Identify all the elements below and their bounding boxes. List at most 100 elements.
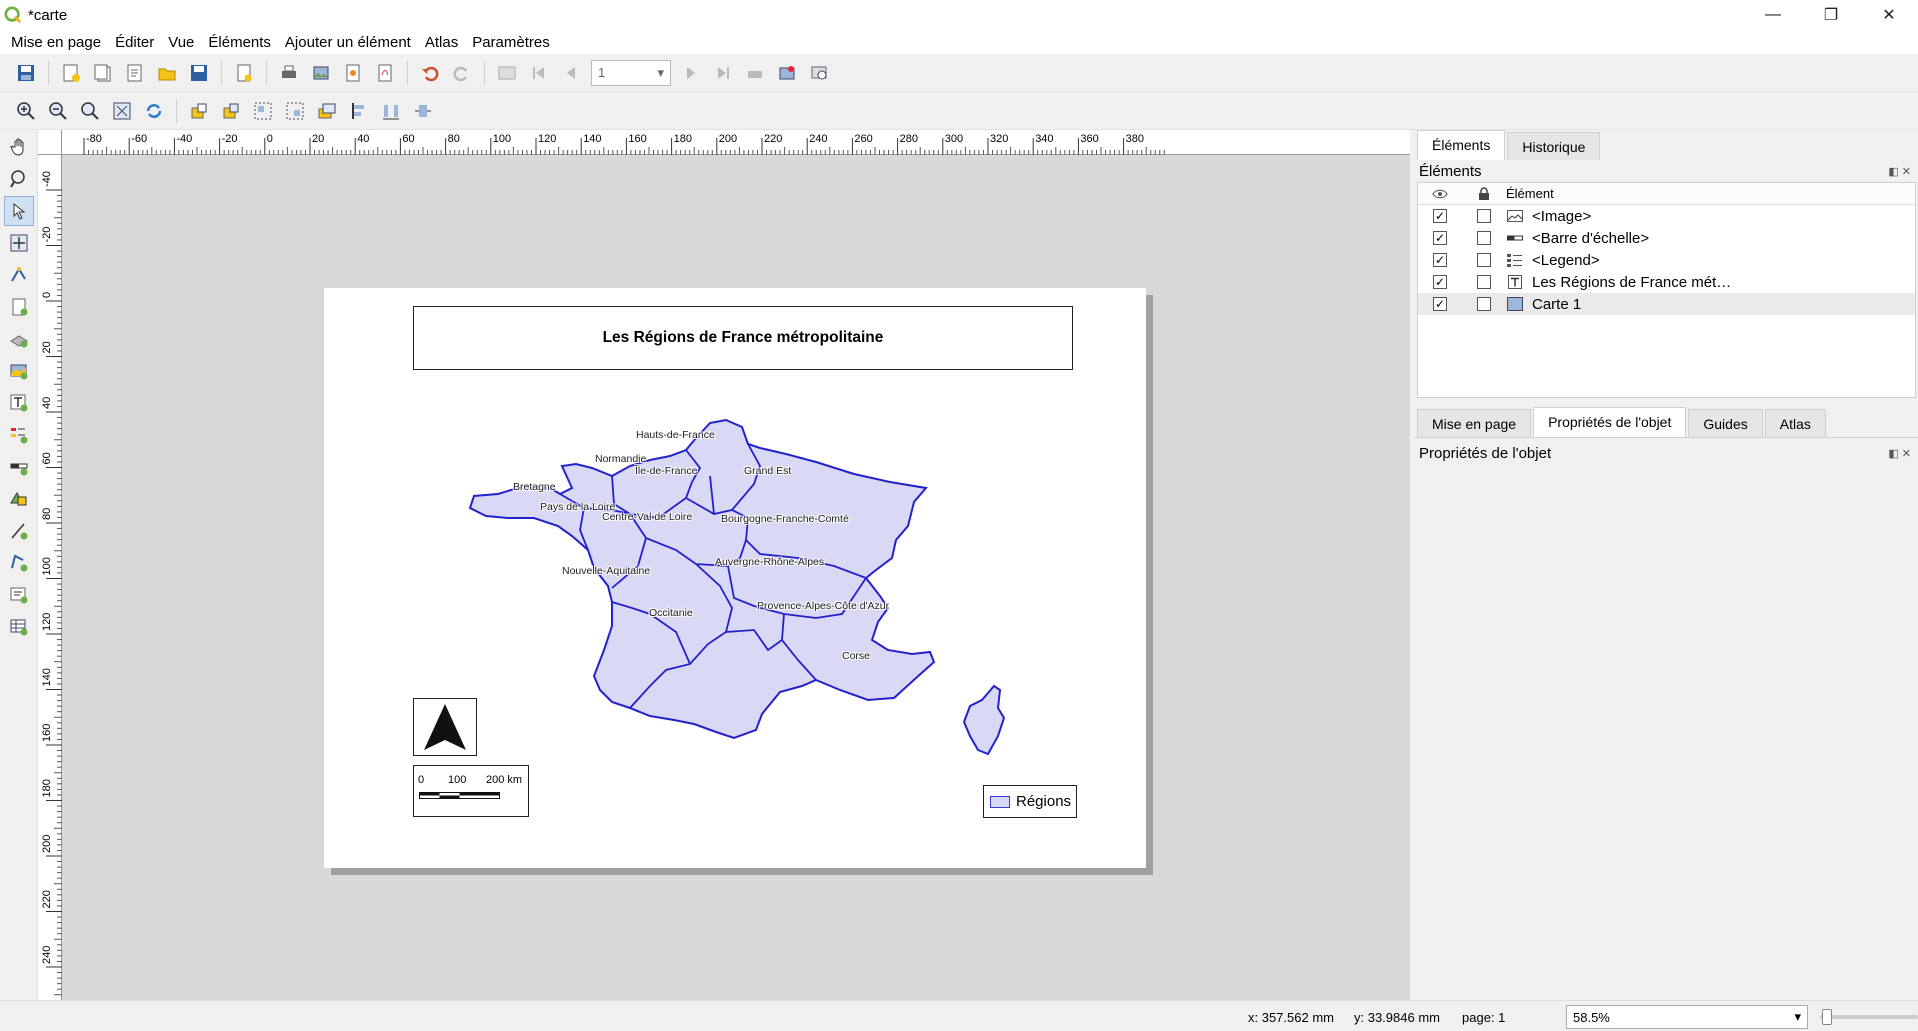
element-row[interactable]: ✓ <Image> xyxy=(1418,205,1915,227)
menu-mise-en-page[interactable]: Mise en page xyxy=(4,34,108,51)
north-arrow-image[interactable] xyxy=(413,698,477,756)
layout-page[interactable]: Les Régions de France métropolitaine Hau… xyxy=(324,288,1146,868)
element-row[interactable]: ✓ Les Régions de France mét… xyxy=(1418,271,1915,293)
layout-manager-icon xyxy=(127,64,142,81)
group-items-button[interactable] xyxy=(249,97,277,125)
lock-checkbox[interactable] xyxy=(1477,231,1491,245)
atlas-export-button[interactable] xyxy=(773,59,801,87)
edit-nodes-tool[interactable] xyxy=(4,260,34,290)
align-items-button[interactable] xyxy=(345,97,373,125)
add-map-tool[interactable] xyxy=(4,356,34,386)
dock-float-close-icon[interactable]: ◧✕ xyxy=(1888,165,1914,178)
atlas-settings-button[interactable] xyxy=(805,59,833,87)
layout-canvas[interactable]: Les Régions de France métropolitaine Hau… xyxy=(62,155,1410,1000)
tab-atlas[interactable]: Atlas xyxy=(1764,409,1826,437)
v-ruler-label: 140 xyxy=(41,668,53,686)
minimize-button[interactable]: — xyxy=(1744,0,1802,30)
export-svg-button[interactable] xyxy=(339,59,367,87)
add-3d-map-tool[interactable] xyxy=(4,324,34,354)
add-label-tool[interactable] xyxy=(4,388,34,418)
add-scalebar-tool[interactable] xyxy=(4,452,34,482)
tab-mise-en-page[interactable]: Mise en page xyxy=(1417,409,1532,437)
save-template-button[interactable] xyxy=(185,59,213,87)
horizontal-ruler[interactable]: -80 -60 -40 -20 0 20 40 60 80 100 120 140 160 180 200 2… xyxy=(62,130,1410,155)
add-polygon-tool[interactable] xyxy=(4,548,34,578)
export-pdf-button[interactable] xyxy=(371,59,399,87)
add-html-tool[interactable] xyxy=(4,580,34,610)
atlas-next-button[interactable] xyxy=(677,59,705,87)
element-row[interactable]: ✓ <Legend> xyxy=(1418,249,1915,271)
add-shape-tool[interactable] xyxy=(4,484,34,514)
add-table-tool[interactable] xyxy=(4,612,34,642)
redo-button[interactable] xyxy=(448,59,476,87)
menu-vue[interactable]: Vue xyxy=(161,34,201,51)
new-layout-button[interactable] xyxy=(57,59,85,87)
visible-checkbox[interactable]: ✓ xyxy=(1433,297,1447,311)
menu-ajouter-element[interactable]: Ajouter un élément xyxy=(278,34,418,51)
menu-elements[interactable]: Éléments xyxy=(201,34,278,51)
select-move-tool[interactable] xyxy=(4,196,34,226)
layout-title-label[interactable]: Les Régions de France métropolitaine xyxy=(413,306,1073,370)
add-line-tool[interactable] xyxy=(4,516,34,546)
raise-items-button[interactable] xyxy=(313,97,341,125)
export-image-button[interactable] xyxy=(307,59,335,87)
visible-checkbox[interactable]: ✓ xyxy=(1433,275,1447,289)
scale-bar[interactable]: 0 100 200 km xyxy=(413,765,529,817)
atlas-page-select[interactable]: 1 ▾ xyxy=(591,59,671,86)
resize-items-button[interactable] xyxy=(409,97,437,125)
menu-parametres[interactable]: Paramètres xyxy=(465,34,557,51)
tab-elements[interactable]: Éléments xyxy=(1417,130,1506,160)
add-pages-button[interactable] xyxy=(230,59,258,87)
atlas-print-button[interactable] xyxy=(741,59,769,87)
visible-checkbox[interactable]: ✓ xyxy=(1433,253,1447,267)
move-content-tool[interactable] xyxy=(4,228,34,258)
zoom-in-button[interactable] xyxy=(12,97,40,125)
zoom-actual-button[interactable] xyxy=(76,97,104,125)
ungroup-items-button[interactable] xyxy=(281,97,309,125)
pan-tool[interactable] xyxy=(4,132,34,162)
save-layout-button[interactable] xyxy=(12,59,40,87)
undo-button[interactable] xyxy=(416,59,444,87)
atlas-first-button[interactable] xyxy=(525,59,553,87)
vertical-ruler[interactable]: -40 -20 0 20 40 60 80 100 120 140 160 180 200 220 240 xyxy=(38,155,62,1000)
close-button[interactable]: ✕ xyxy=(1860,0,1918,30)
print-button[interactable] xyxy=(275,59,303,87)
tab-guides[interactable]: Guides xyxy=(1688,409,1763,437)
atlas-last-button[interactable] xyxy=(709,59,737,87)
legend-item[interactable]: Régions xyxy=(983,785,1077,818)
refresh-view-button[interactable] xyxy=(140,97,168,125)
lock-checkbox[interactable] xyxy=(1477,253,1491,267)
add-page-tool[interactable] xyxy=(4,292,34,322)
zoom-in-icon xyxy=(17,101,35,120)
redo-icon xyxy=(453,66,468,81)
atlas-prev-button[interactable] xyxy=(557,59,585,87)
menu-atlas[interactable]: Atlas xyxy=(418,34,465,51)
lock-checkbox[interactable] xyxy=(1477,209,1491,223)
h-ruler-label: 180 xyxy=(674,133,692,145)
lock-checkbox[interactable] xyxy=(1477,297,1491,311)
lock-checkbox[interactable] xyxy=(1477,275,1491,289)
layout-manager-button[interactable] xyxy=(121,59,149,87)
zoom-tool[interactable] xyxy=(4,164,34,194)
element-row[interactable]: ✓ Carte 1 xyxy=(1418,293,1915,315)
distribute-items-button[interactable] xyxy=(377,97,405,125)
tab-historique[interactable]: Historique xyxy=(1507,132,1601,160)
open-template-button[interactable] xyxy=(153,59,181,87)
zoom-combobox[interactable]: 58.5% ▾ xyxy=(1566,1005,1808,1029)
restore-button[interactable]: ❐ xyxy=(1802,0,1860,30)
zoom-full-button[interactable] xyxy=(108,97,136,125)
element-row[interactable]: ✓ <Barre d'échelle> xyxy=(1418,227,1915,249)
atlas-preview-button[interactable] xyxy=(493,59,521,87)
visible-checkbox[interactable]: ✓ xyxy=(1433,231,1447,245)
visible-checkbox[interactable]: ✓ xyxy=(1433,209,1447,223)
duplicate-layout-button[interactable] xyxy=(89,59,117,87)
tab-proprietes-objet[interactable]: Propriétés de l'objet xyxy=(1533,407,1687,437)
add-legend-tool[interactable] xyxy=(4,420,34,450)
lock-items-button[interactable] xyxy=(185,97,213,125)
unlock-items-button[interactable] xyxy=(217,97,245,125)
zoom-slider-handle[interactable] xyxy=(1822,1009,1832,1025)
menu-editer[interactable]: Éditer xyxy=(108,34,161,51)
zoom-out-button[interactable] xyxy=(44,97,72,125)
dock-float-close-icon-2[interactable]: ◧✕ xyxy=(1888,447,1914,460)
zoom-slider[interactable] xyxy=(1820,1009,1918,1025)
